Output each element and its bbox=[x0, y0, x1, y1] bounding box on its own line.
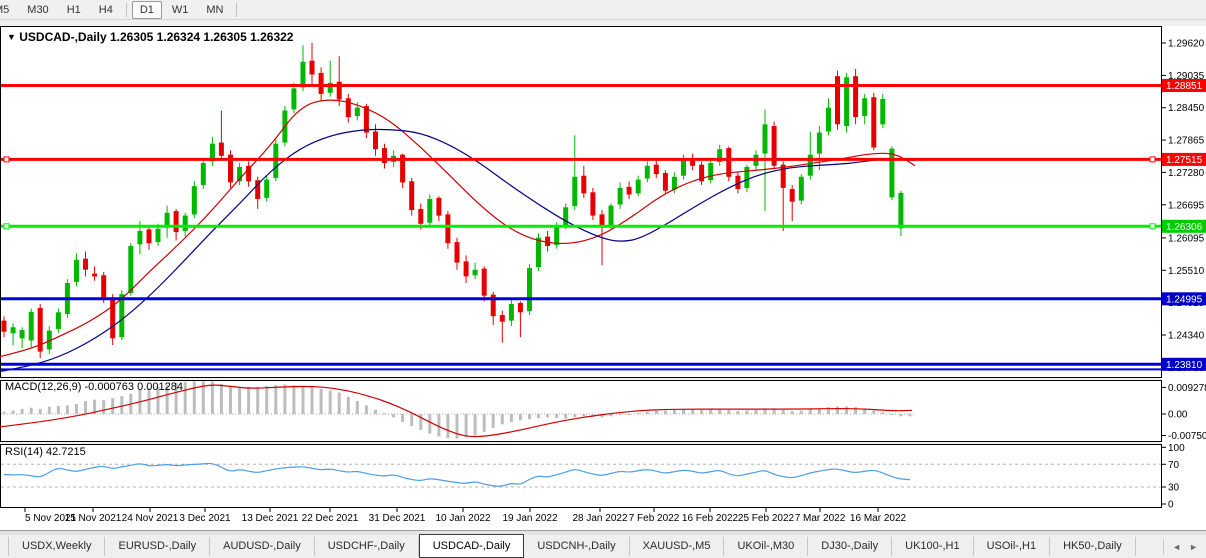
svg-text:25 Feb 2022: 25 Feb 2022 bbox=[738, 513, 795, 524]
svg-text:16 Feb 2022: 16 Feb 2022 bbox=[682, 513, 739, 524]
period-button-m30[interactable]: M30 bbox=[19, 1, 56, 19]
chart-tab-usoil-h1[interactable]: USOil-,H1 bbox=[974, 537, 1051, 556]
svg-text:0.00: 0.00 bbox=[1168, 410, 1188, 421]
svg-text:3 Dec 2021: 3 Dec 2021 bbox=[179, 513, 231, 524]
svg-text:1.23810: 1.23810 bbox=[1166, 360, 1203, 371]
svg-text:10 Jan 2022: 10 Jan 2022 bbox=[435, 513, 490, 524]
svg-text:1.26695: 1.26695 bbox=[1168, 200, 1205, 211]
svg-text:24 Nov 2021: 24 Nov 2021 bbox=[122, 513, 179, 524]
svg-text:0: 0 bbox=[1168, 500, 1174, 511]
period-button-mn[interactable]: MN bbox=[198, 1, 231, 19]
period-button-h4[interactable]: H4 bbox=[91, 1, 121, 19]
chart-tab-dj30-daily[interactable]: DJ30-,Daily bbox=[808, 537, 892, 556]
svg-text:1.26306: 1.26306 bbox=[1166, 222, 1203, 233]
chart-tab-xauusd-m5[interactable]: XAUUSD-,M5 bbox=[630, 537, 725, 556]
scroll-right-icon[interactable]: ► bbox=[1189, 542, 1198, 552]
svg-text:15 Nov 2021: 15 Nov 2021 bbox=[65, 513, 122, 524]
period-button-w1[interactable]: W1 bbox=[164, 1, 197, 19]
chart-tab-audusd-daily[interactable]: AUDUSD-,Daily bbox=[210, 537, 315, 556]
svg-text:1.28851: 1.28851 bbox=[1166, 81, 1203, 92]
svg-text:7 Mar 2022: 7 Mar 2022 bbox=[795, 513, 846, 524]
svg-text:1.26095: 1.26095 bbox=[1168, 233, 1205, 244]
svg-text:1.24340: 1.24340 bbox=[1168, 331, 1205, 342]
period-button-h1[interactable]: H1 bbox=[59, 1, 89, 19]
chart-tab-usdchf-daily[interactable]: USDCHF-,Daily bbox=[315, 537, 419, 556]
chart-tab-hk50-daily[interactable]: HK50-,Daily bbox=[1050, 537, 1136, 556]
scroll-left-icon[interactable]: ◄ bbox=[1172, 542, 1181, 552]
svg-text:1.29620: 1.29620 bbox=[1168, 39, 1205, 50]
chart-tab-eurusd-daily[interactable]: EURUSD-,Daily bbox=[105, 537, 210, 556]
svg-text:1.24995: 1.24995 bbox=[1166, 294, 1203, 305]
chart-tab-uk100-h1[interactable]: UK100-,H1 bbox=[892, 537, 973, 556]
svg-text:7 Feb 2022: 7 Feb 2022 bbox=[629, 513, 680, 524]
chart-tab-usdcad-daily[interactable]: USDCAD-,Daily bbox=[419, 534, 525, 558]
svg-text:1.27515: 1.27515 bbox=[1166, 155, 1203, 166]
rsi-panel bbox=[1, 445, 1162, 508]
svg-text:1.27865: 1.27865 bbox=[1168, 136, 1205, 147]
svg-text:100: 100 bbox=[1168, 443, 1185, 454]
timeframe-toolbar: M5M30H1H4 D1W1MN bbox=[0, 0, 1206, 20]
chart-tab-usdx-weekly[interactable]: USDX,Weekly bbox=[8, 537, 105, 556]
symbol-tabbar: USDX,WeeklyEURUSD-,DailyAUDUSD-,DailyUSD… bbox=[0, 535, 1206, 558]
price-panel bbox=[1, 27, 1162, 378]
tab-scroll-arrows: ◄► bbox=[1163, 539, 1206, 555]
svg-text:1.28450: 1.28450 bbox=[1168, 103, 1205, 114]
chart-tab-ukoil-m30[interactable]: UKOil-,M30 bbox=[724, 537, 808, 556]
period-button-d1[interactable]: D1 bbox=[132, 1, 162, 19]
svg-text:16 Mar 2022: 16 Mar 2022 bbox=[850, 513, 907, 524]
svg-text:28 Jan 2022: 28 Jan 2022 bbox=[572, 513, 627, 524]
period-button-m5[interactable]: M5 bbox=[0, 1, 17, 19]
svg-text:22 Dec 2021: 22 Dec 2021 bbox=[302, 513, 359, 524]
svg-text:0.009278: 0.009278 bbox=[1168, 383, 1206, 394]
chart-tab-usdcnh-daily[interactable]: USDCNH-,Daily bbox=[524, 537, 629, 556]
toolbar-separator bbox=[236, 3, 237, 17]
toolbar-separator bbox=[126, 3, 127, 17]
svg-text:30: 30 bbox=[1168, 483, 1180, 494]
svg-text:1.27280: 1.27280 bbox=[1168, 168, 1205, 179]
svg-text:13 Dec 2021: 13 Dec 2021 bbox=[242, 513, 299, 524]
svg-text:19 Jan 2022: 19 Jan 2022 bbox=[502, 513, 557, 524]
svg-text:31 Dec 2021: 31 Dec 2021 bbox=[369, 513, 426, 524]
svg-text:1.25510: 1.25510 bbox=[1168, 266, 1205, 277]
chart-canvas[interactable]: 1.296201.290351.284501.278651.272801.266… bbox=[0, 26, 1206, 530]
svg-text:-0.00750: -0.00750 bbox=[1168, 431, 1206, 442]
chart-window[interactable]: 1.296201.290351.284501.278651.272801.266… bbox=[0, 26, 1206, 530]
svg-text:70: 70 bbox=[1168, 460, 1180, 471]
